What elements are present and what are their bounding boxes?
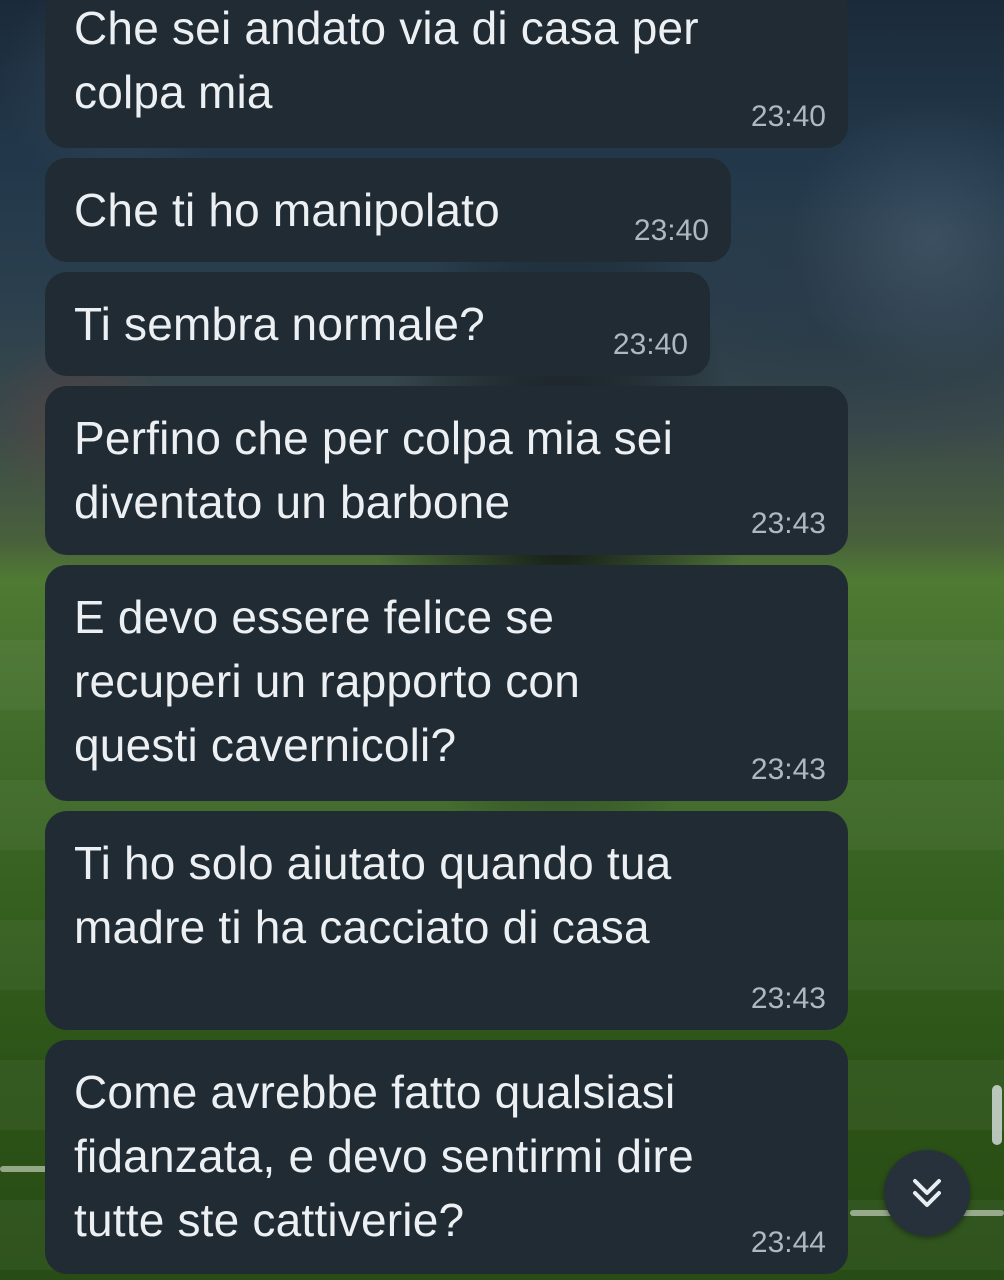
message-time: 23:43	[750, 753, 826, 786]
message-text: Ti sembra normale?	[74, 298, 485, 350]
message-bubble[interactable]: Ti sembra normale? 23:40	[45, 272, 710, 376]
message-time: 23:40	[750, 100, 826, 133]
message-bubble[interactable]: Che ti ho manipolato 23:40	[45, 158, 731, 262]
message-time: 23:43	[750, 507, 826, 540]
message-bubble[interactable]: Ti ho solo aiutato quando tua madre ti h…	[45, 811, 848, 1030]
message-time: 23:40	[633, 214, 709, 247]
message-time: 23:40	[612, 328, 688, 361]
message-list[interactable]: Che sei andato via di casa per colpa mia…	[0, 0, 1004, 1280]
message-time: 23:43	[750, 982, 826, 1015]
message-text: Che sei andato via di casa per colpa mia	[74, 2, 699, 118]
message-bubble[interactable]: Come avrebbe fatto qualsiasi fidanzata, …	[45, 1040, 848, 1274]
double-chevron-down-icon	[913, 1179, 941, 1207]
message-text: Che ti ho manipolato	[74, 184, 500, 236]
message-bubble[interactable]: E devo essere felice se recuperi un rapp…	[45, 565, 848, 801]
message-bubble[interactable]: Che sei andato via di casa per colpa mia…	[45, 0, 848, 148]
message-text: Ti ho solo aiutato quando tua madre ti h…	[74, 837, 672, 953]
scrollbar-thumb[interactable]	[992, 1085, 1002, 1145]
message-bubble[interactable]: Perfino che per colpa mia sei diventato …	[45, 386, 848, 555]
scroll-to-bottom-button[interactable]	[884, 1150, 970, 1236]
message-time: 23:44	[750, 1226, 826, 1259]
message-text: E devo essere felice se recuperi un rapp…	[74, 591, 580, 771]
message-text: Come avrebbe fatto qualsiasi fidanzata, …	[74, 1066, 694, 1246]
message-text: Perfino che per colpa mia sei diventato …	[74, 412, 673, 528]
